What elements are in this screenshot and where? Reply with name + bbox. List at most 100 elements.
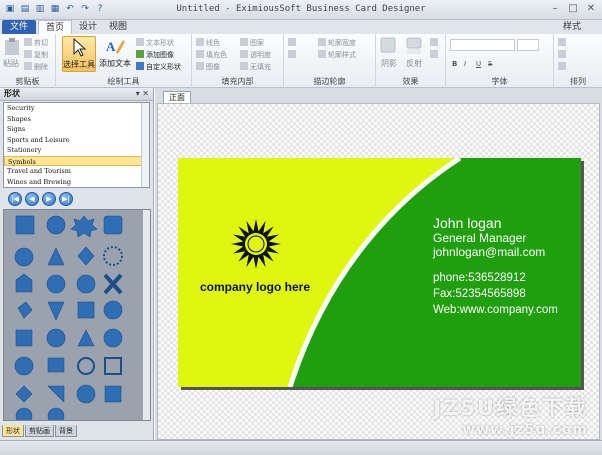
- shape-house-icon: [15, 273, 33, 293]
- outline-style-button[interactable]: 轮廓样式: [318, 50, 356, 60]
- dash-icon: [288, 50, 296, 58]
- group-clipboard: 粘贴 剪切 复制 删除 剪贴板: [0, 34, 56, 88]
- shape-tool-icon: [103, 215, 123, 235]
- tab-front-side[interactable]: 正面: [163, 91, 191, 103]
- copy-button[interactable]: 复制: [24, 50, 48, 60]
- custom-shape-icon: [136, 62, 144, 70]
- tab-background[interactable]: 背景: [55, 425, 77, 437]
- text-shape-button[interactable]: 文本形状: [136, 38, 174, 48]
- add-image-button[interactable]: 添加图像: [136, 50, 174, 60]
- list-item[interactable]: Security: [4, 103, 149, 114]
- add-text-button[interactable]: A 添加文本: [98, 36, 132, 72]
- arrange-back-button[interactable]: [558, 50, 568, 60]
- tab-view[interactable]: 视图: [104, 20, 132, 34]
- copy-icon: [24, 50, 32, 58]
- shape-flower-icon: [17, 301, 33, 319]
- shape-dots-icon: [77, 357, 95, 375]
- effect-option-2[interactable]: [430, 50, 440, 60]
- drawing-tools-label: 绘制工具: [107, 77, 140, 86]
- select-tool-button[interactable]: 选择工具: [62, 36, 96, 72]
- design-canvas[interactable]: company logo here John logan General Man…: [157, 103, 600, 440]
- arrange-align-button[interactable]: [558, 62, 568, 72]
- tab-shapes[interactable]: 形状: [2, 425, 24, 437]
- shape-gallery[interactable]: [3, 209, 151, 421]
- business-card[interactable]: company logo here John logan General Man…: [178, 158, 581, 387]
- list-item[interactable]: Sports and Leisure: [4, 135, 149, 146]
- card-title[interactable]: General Manager: [433, 231, 526, 245]
- delete-button[interactable]: 删除: [24, 62, 48, 72]
- list-item[interactable]: Wines and Brewing: [4, 177, 149, 188]
- card-email[interactable]: johnlogan@mail.com: [433, 245, 545, 259]
- shape-gear-icon: [70, 215, 98, 238]
- shadow-button[interactable]: 阴影: [378, 36, 400, 72]
- maximize-icon[interactable]: □: [566, 2, 580, 16]
- list-item[interactable]: Shapes: [4, 114, 149, 125]
- line-color-button[interactable]: 线色: [196, 38, 220, 48]
- card-fax[interactable]: Fax:52354565898: [433, 288, 526, 300]
- line-color-icon: [196, 38, 204, 46]
- list-item[interactable]: Stationery: [4, 145, 149, 156]
- card-website[interactable]: Web:www.company.com: [433, 304, 558, 316]
- company-logo-text[interactable]: company logo here: [200, 280, 310, 294]
- paste-button[interactable]: 粘贴: [2, 36, 20, 72]
- italic-button[interactable]: I: [464, 59, 466, 69]
- delete-icon: [24, 62, 32, 70]
- prev-page-icon[interactable]: ◀: [25, 192, 39, 206]
- effect-option-icon: [430, 38, 438, 46]
- shape-knot-icon: [47, 407, 65, 420]
- outline-color-button[interactable]: [288, 38, 298, 48]
- list-item[interactable]: Signs: [4, 124, 149, 135]
- outline-width-button[interactable]: 轮廓宽度: [318, 38, 356, 48]
- tab-file[interactable]: 文件: [2, 20, 36, 34]
- watermark-line1: JZ5U绿色下载: [433, 396, 588, 420]
- watermark: JZ5U绿色下载 www.jz5u.com: [433, 392, 588, 438]
- reflection-button[interactable]: 反射: [402, 36, 426, 72]
- effect-option-1[interactable]: [430, 38, 440, 48]
- tab-design[interactable]: 设计: [74, 20, 102, 34]
- font-family-dropdown[interactable]: [450, 39, 515, 51]
- category-list[interactable]: Security Shapes Signs Sports and Leisure…: [3, 102, 150, 188]
- next-page-icon[interactable]: ▶: [42, 192, 56, 206]
- shape-checkbox-icon: [104, 357, 122, 375]
- panel-title: 形状: [4, 89, 20, 98]
- list-item-selected[interactable]: Symbols: [4, 155, 149, 166]
- image-fill-button[interactable]: 图像: [196, 62, 220, 72]
- effects-label: 效果: [402, 77, 419, 86]
- gallery-navigation: |◀ ◀ ▶ ▶|: [8, 192, 73, 206]
- minimize-icon[interactable]: –: [548, 2, 562, 16]
- shape-diamond-icon: [77, 246, 95, 266]
- bold-button[interactable]: B: [452, 59, 457, 69]
- shapes-panel: 形状 ▾ ✕ Security Shapes Signs Sports and …: [0, 88, 154, 440]
- panel-close-icon[interactable]: ▾ ✕: [136, 88, 149, 100]
- strikethrough-button[interactable]: S: [488, 59, 492, 69]
- bring-front-icon: [558, 38, 566, 46]
- pattern-button[interactable]: 图案: [240, 38, 264, 48]
- font-size-dropdown[interactable]: [517, 39, 539, 51]
- custom-shape-button[interactable]: 自定义形状: [136, 62, 181, 72]
- watermark-line2: www.jz5u.com: [462, 422, 588, 438]
- list-item[interactable]: Travel and Tourism: [4, 166, 149, 177]
- tab-home[interactable]: 首页: [38, 20, 72, 34]
- ribbon: 粘贴 剪切 复制 删除 剪贴板 选择工具 A 添加文本 文本形状 添加图像 自定…: [0, 34, 602, 88]
- last-page-icon[interactable]: ▶|: [59, 192, 73, 206]
- category-scrollbar[interactable]: [141, 103, 149, 187]
- fill-color-button[interactable]: 填充色: [196, 50, 227, 60]
- no-fill-button[interactable]: 无填充: [240, 62, 271, 72]
- close-icon[interactable]: ✕: [584, 2, 598, 16]
- shape-circle-icon: [103, 328, 123, 348]
- tab-style[interactable]: 样式: [552, 20, 592, 34]
- card-name[interactable]: John logan: [433, 215, 502, 231]
- arrange-front-button[interactable]: [558, 38, 568, 48]
- shape-swirl-icon: [103, 300, 123, 320]
- font-label: 字体: [491, 77, 508, 86]
- cut-button[interactable]: 剪切: [24, 38, 48, 48]
- dash-button[interactable]: [288, 50, 298, 60]
- transparency-button[interactable]: 透明度: [240, 50, 271, 60]
- underline-button[interactable]: U: [476, 59, 481, 69]
- sun-logo-icon: [231, 219, 281, 269]
- tab-clipart[interactable]: 剪贴画: [25, 425, 54, 437]
- shape-checker-icon: [77, 301, 95, 319]
- shape-cross-icon: [103, 273, 123, 295]
- first-page-icon[interactable]: |◀: [8, 192, 22, 206]
- card-phone[interactable]: phone:536528912: [433, 272, 526, 284]
